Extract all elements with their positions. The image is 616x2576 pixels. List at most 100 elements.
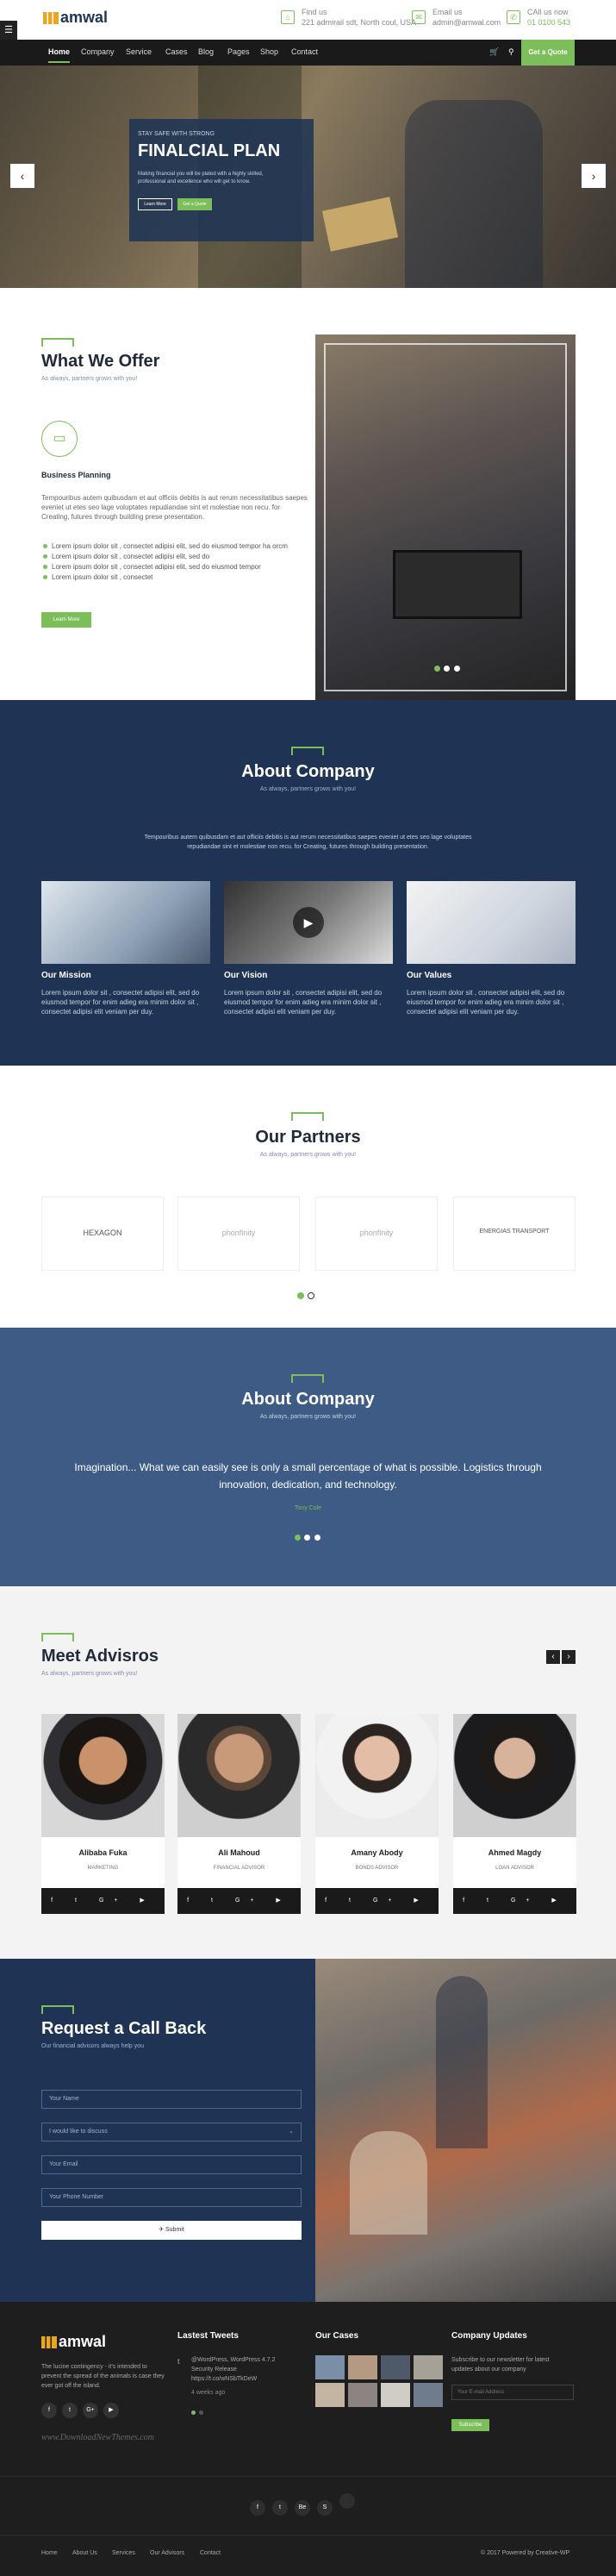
advisor-social-icons[interactable]: f t G+ ▶: [453, 1888, 576, 1914]
twitter-icon[interactable]: t: [62, 2403, 78, 2418]
site-logo[interactable]: amwal: [43, 9, 108, 27]
case-thumbnail[interactable]: [315, 2383, 345, 2407]
footer-link-services[interactable]: Services: [112, 2550, 135, 2556]
nav-blog[interactable]: Blog: [198, 47, 214, 56]
search-icon[interactable]: ⚲: [508, 47, 514, 57]
nav-service[interactable]: Service: [126, 47, 152, 56]
tweet-text[interactable]: @WordPress, WordPress 4.7.2 Security Rel…: [191, 2355, 284, 2384]
subscribe-button[interactable]: Subscribe: [451, 2419, 489, 2431]
advisor-card[interactable]: Amany Abody BONDS ADVISOR f t G+ ▶: [315, 1714, 439, 1914]
case-thumbnail[interactable]: [381, 2355, 410, 2379]
discuss-select[interactable]: I would like to discuss ⌄: [41, 2123, 302, 2141]
slider-dot[interactable]: [199, 2410, 204, 2415]
slider-dot[interactable]: [191, 2410, 196, 2415]
partner-logo-hexagon[interactable]: HEXAGON: [41, 1197, 164, 1271]
advisors-next-arrow-icon[interactable]: ›: [562, 1650, 576, 1664]
nav-home[interactable]: Home: [48, 47, 71, 63]
get-a-quote-button[interactable]: Get a Quote: [521, 40, 575, 66]
advisor-photo: [41, 1714, 165, 1837]
mission-title: Our Mission: [41, 971, 91, 980]
newsletter-email-input[interactable]: Your E-mail Address: [451, 2385, 574, 2400]
partner-logo-energias[interactable]: ENERGIAS TRANSPORT: [453, 1197, 576, 1271]
cases-title: Our Cases: [315, 2331, 359, 2341]
side-panel-toggle-icon[interactable]: ☰: [0, 21, 17, 40]
slider-dot[interactable]: [444, 666, 451, 672]
slider-dot[interactable]: [308, 1292, 315, 1299]
advisor-card[interactable]: Alibaba Fuka MARKETING f t G+ ▶: [41, 1714, 165, 1914]
footer-link-advisors[interactable]: Our Advisors: [150, 2550, 184, 2556]
slider-dot[interactable]: [295, 1535, 301, 1541]
nav-pages[interactable]: Pages: [227, 47, 250, 56]
partners-slider-dots: [297, 1288, 315, 1304]
top-header: amwal ⌂ Find us 221 admirail sdt, North …: [0, 0, 616, 40]
partner-logo-phonfinity-1[interactable]: phonfinity: [177, 1197, 300, 1271]
callback-photo: [315, 1959, 616, 2302]
footer-link-contact[interactable]: Contact: [200, 2550, 221, 2556]
case-thumbnail[interactable]: [348, 2383, 377, 2407]
hero-next-arrow-icon[interactable]: ›: [582, 164, 606, 188]
play-icon[interactable]: ▶: [293, 907, 324, 938]
facebook-icon[interactable]: f: [41, 2403, 57, 2418]
footer-logo[interactable]: amwal: [41, 2333, 106, 2351]
cart-icon[interactable]: 🛒: [489, 47, 499, 57]
advisor-role: BONDS ADVISOR: [355, 1866, 399, 1871]
email-field[interactable]: Your Email: [41, 2155, 302, 2174]
case-thumbnail[interactable]: [348, 2355, 377, 2379]
advisor-social-icons[interactable]: f t G+ ▶: [41, 1888, 165, 1914]
hero-prev-arrow-icon[interactable]: ‹: [10, 164, 34, 188]
nav-contact[interactable]: Contact: [291, 47, 318, 56]
nav-cases[interactable]: Cases: [165, 47, 188, 56]
offer-subtitle: As always, partners grows with you!: [41, 376, 138, 382]
behance-icon[interactable]: Be: [295, 2500, 310, 2516]
advisors-prev-arrow-icon[interactable]: ‹: [546, 1650, 560, 1664]
twitter-icon[interactable]: t: [272, 2500, 288, 2516]
advisor-card[interactable]: Ahmed Magdy LOAN ADVISOR f t G+ ▶: [453, 1714, 576, 1914]
partners-subtitle: As always, partners grows with you!: [259, 1152, 357, 1158]
slider-dot[interactable]: [434, 666, 440, 672]
phone-field[interactable]: Your Phone Number: [41, 2188, 302, 2207]
facebook-icon[interactable]: f: [250, 2500, 265, 2516]
youtube-icon[interactable]: ▶: [103, 2403, 119, 2418]
advisor-card[interactable]: Ali Mahoud FINANCIAL ADVISOR f t G+ ▶: [177, 1714, 301, 1914]
contact-email: ✉ Email us admin@amwal.com: [412, 7, 501, 28]
offer-item-title: Business Planning: [41, 471, 111, 479]
slider-dot[interactable]: [314, 1535, 320, 1541]
hero-learn-more-button[interactable]: Learn More: [138, 198, 172, 210]
advisor-name: Ahmed Magdy: [488, 1848, 542, 1857]
case-thumbnail[interactable]: [414, 2383, 443, 2407]
partner-logo-phonfinity-2[interactable]: phonfinity: [315, 1197, 438, 1271]
name-field[interactable]: Your Name: [41, 2090, 302, 2109]
slider-dot[interactable]: [297, 1292, 304, 1299]
skype-icon[interactable]: S: [317, 2500, 333, 2516]
footer-link-about[interactable]: About Us: [72, 2550, 97, 2556]
partners-accent-bar: [291, 1112, 324, 1121]
footer-link-home[interactable]: Home: [41, 2550, 58, 2556]
hero-kicker: STAY SAFE WITH STRONG: [138, 131, 215, 137]
case-thumbnail[interactable]: [381, 2383, 410, 2407]
advisors-accent-bar: [41, 1633, 74, 1641]
case-thumbnail[interactable]: [315, 2355, 345, 2379]
nav-company[interactable]: Company: [81, 47, 115, 56]
google-plus-icon[interactable]: G+: [83, 2403, 98, 2418]
vision-title: Our Vision: [224, 971, 268, 980]
values-image: [407, 881, 576, 964]
hero-caption-box: STAY SAFE WITH STRONG FINALCIAL PLAN Mak…: [129, 119, 314, 241]
advisors-subtitle: As always, partners grows with you!: [41, 1671, 138, 1677]
offer-learn-more-button[interactable]: Learn More: [41, 612, 91, 628]
contact-find-us: ⌂ Find us 221 admirail sdt, North coul, …: [281, 7, 416, 28]
advisor-name: Ali Mahoud: [218, 1848, 260, 1857]
hero-get-quote-button[interactable]: Get a Quote: [177, 198, 212, 210]
submit-button[interactable]: ✈ Submit: [41, 2221, 302, 2240]
advisor-social-icons[interactable]: f t G+ ▶: [315, 1888, 439, 1914]
slider-dot[interactable]: [304, 1535, 311, 1541]
advisor-role: FINANCIAL ADVISOR: [213, 1866, 265, 1871]
testimonial-author: Tony Cole: [294, 1505, 322, 1511]
vision-image: ▶: [224, 881, 393, 964]
advisor-name: Alibaba Fuka: [78, 1848, 128, 1857]
case-thumbnail[interactable]: [414, 2355, 443, 2379]
advisor-social-icons[interactable]: f t G+ ▶: [177, 1888, 301, 1914]
apple-icon[interactable]: [339, 2493, 355, 2509]
slider-dot[interactable]: [453, 666, 460, 672]
nav-shop[interactable]: Shop: [260, 47, 278, 56]
about-title: About Company: [241, 762, 375, 781]
